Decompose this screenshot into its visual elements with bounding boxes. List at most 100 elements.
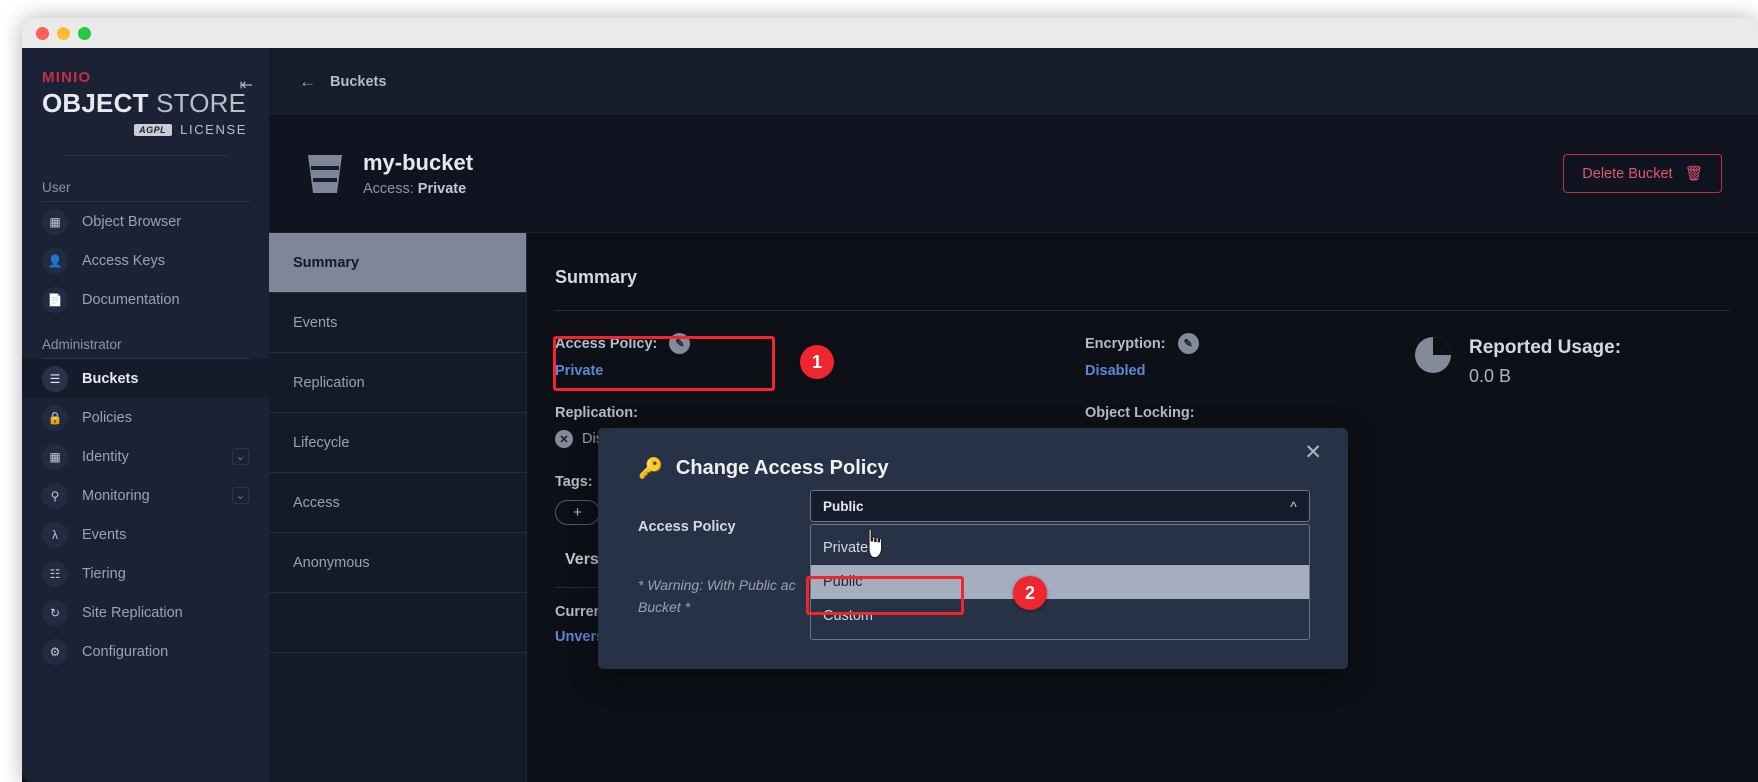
tab-label: Anonymous [293,554,370,571]
delete-bucket-label: Delete Bucket [1582,165,1673,182]
sidebar-item-label: Monitoring [82,487,150,504]
pencil-icon[interactable]: ✎ [669,333,691,354]
tab-access[interactable]: Access [269,473,526,533]
breadcrumb-label[interactable]: Buckets [330,74,386,90]
sidebar-item-tiering[interactable]: ☷ Tiering [22,554,269,593]
sidebar-item-policies[interactable]: 🔒 Policies [22,398,269,437]
tab-replication[interactable]: Replication [269,353,526,413]
encryption-field: Encryption: ✎ Disabled [1085,333,1415,379]
key-disabled-icon: 🔑 [638,458,663,480]
app-root: ⇤ MINIO OBJECT STORE AGPL LICENSE User ▦ [22,48,1758,782]
bucket-access-line: Access: Private [363,181,473,197]
access-prefix: Access: [363,181,414,197]
callout-step-1: 1 [800,345,834,379]
chevron-down-icon[interactable]: ⌄ [232,487,249,505]
pencil-icon[interactable]: ✎ [1177,333,1199,354]
tab-events[interactable]: Events [269,293,526,353]
access-policy-selected-value: Public [823,498,864,514]
lambda-icon: λ [42,521,68,548]
tab-summary[interactable]: Summary [269,233,526,293]
brand-divider [62,155,229,157]
sidebar-item-buckets[interactable]: ☰ Buckets [22,359,269,399]
encryption-label: Encryption: [1085,335,1166,352]
replication-key: Replication: [555,405,1085,421]
sidebar-item-site-replication[interactable]: ↻ Site Replication [22,593,269,632]
sidebar-item-label: Identity [82,448,129,465]
close-window-button[interactable] [36,27,49,40]
documentation-icon: 📄 [42,286,68,313]
warning-line-1: * Warning: With Public ac [638,577,796,593]
bucket-title-block: my-bucket Access: Private [363,150,473,197]
sidebar-item-access-keys[interactable]: 👤 Access Keys [22,241,269,280]
callout-step-number: 2 [1024,582,1035,603]
change-access-policy-modal: ✕ 🔑 Change Access Policy Access Policy *… [598,428,1348,669]
sidebar-item-label: Site Replication [82,604,183,621]
agpl-badge: AGPL [134,123,173,136]
access-policy-field-label: Access Policy [638,519,736,535]
pie-chart-icon [1415,337,1451,373]
identity-icon: ▦ [42,443,68,470]
maximize-window-button[interactable] [78,27,91,40]
reported-usage-block: Reported Usage: 0.0 B [1469,337,1621,387]
option-label: Private [823,540,869,556]
access-policy-select[interactable]: Public ^ [810,490,1310,522]
dropdown-option-custom[interactable]: Custom [811,599,1309,633]
sidebar-item-monitoring[interactable]: ⚲ Monitoring ⌄ [22,476,269,515]
arrow-left-icon[interactable]: ← [299,72,316,92]
sidebar-section-user: User [42,180,71,196]
close-icon[interactable]: ✕ [1304,442,1322,463]
tab-lifecycle[interactable]: Lifecycle [269,413,526,473]
screenshot-root: ⇤ MINIO OBJECT STORE AGPL LICENSE User ▦ [0,0,1758,782]
window-titlebar [22,18,1758,48]
brand-store-text: STORE [156,88,247,118]
tab-label: Events [293,314,338,331]
license-label: LICENSE [180,122,247,138]
option-label: Custom [823,608,873,624]
monitoring-icon: ⚲ [42,482,68,509]
sidebar-item-configuration[interactable]: ⚙ Configuration [22,632,269,671]
delete-bucket-button[interactable]: Delete Bucket 🗑 [1563,154,1722,193]
minimize-window-button[interactable] [57,27,70,40]
sidebar: ⇤ MINIO OBJECT STORE AGPL LICENSE User ▦ [22,48,269,782]
collapse-left-icon[interactable]: ⇤ [240,78,253,94]
dropdown-option-public[interactable]: Public [811,565,1309,599]
dropdown-option-private[interactable]: Private [811,531,1309,565]
sidebar-item-label: Tiering [82,565,126,582]
bucket-header: my-bucket Access: Private Delete Bucket … [269,115,1758,233]
sidebar-item-documentation[interactable]: 📄 Documentation [22,280,269,319]
summary-heading: Summary [555,267,638,287]
brand-object-text: OBJECT [42,88,149,118]
reported-usage-value: 0.0 B [1469,366,1512,386]
callout-step-number: 1 [811,351,822,372]
modal-warning-text: * Warning: With Public ac Bucket * [598,535,818,618]
sidebar-item-label: Events [82,526,127,543]
access-value: Private [417,181,467,197]
sidebar-item-label: Access Keys [82,252,165,269]
sidebar-item-label: Object Browser [82,213,182,230]
access-policy-dropdown: Private Public Custom [810,524,1310,640]
warning-line-2: Bucket * [638,598,691,615]
add-tag-button[interactable]: + [555,500,600,525]
bucket-icon: ☰ [42,365,68,392]
access-policy-label: Access Policy: [555,335,658,352]
window-controls [36,27,91,40]
main-content: ← Buckets my-bucket Access: Private Dele… [269,48,1758,782]
sidebar-item-object-browser[interactable]: ▦ Object Browser [22,202,269,241]
tab-anonymous[interactable]: Anonymous [269,533,526,593]
modal-title: Change Access Policy [675,457,889,479]
modal-title-row: 🔑 Change Access Policy [598,428,1348,481]
option-label: Public [823,574,863,590]
reported-usage-label: Reported Usage: [1469,337,1622,358]
policy-icon: 🔒 [42,404,68,431]
chevron-down-icon[interactable]: ⌄ [232,448,249,466]
sidebar-item-label: Buckets [82,370,139,387]
tab-label: Summary [293,254,360,271]
sidebar-item-events[interactable]: λ Events [22,515,269,554]
tab-filler [269,593,526,653]
trash-icon: 🗑 [1684,166,1703,182]
object-browser-icon: ▦ [42,208,68,235]
sidebar-item-identity[interactable]: ▦ Identity ⌄ [22,437,269,476]
gear-icon: ⚙ [42,638,68,665]
access-policy-select-wrap: Public ^ Private Public Custom [810,490,1310,640]
bucket-icon [308,154,342,193]
